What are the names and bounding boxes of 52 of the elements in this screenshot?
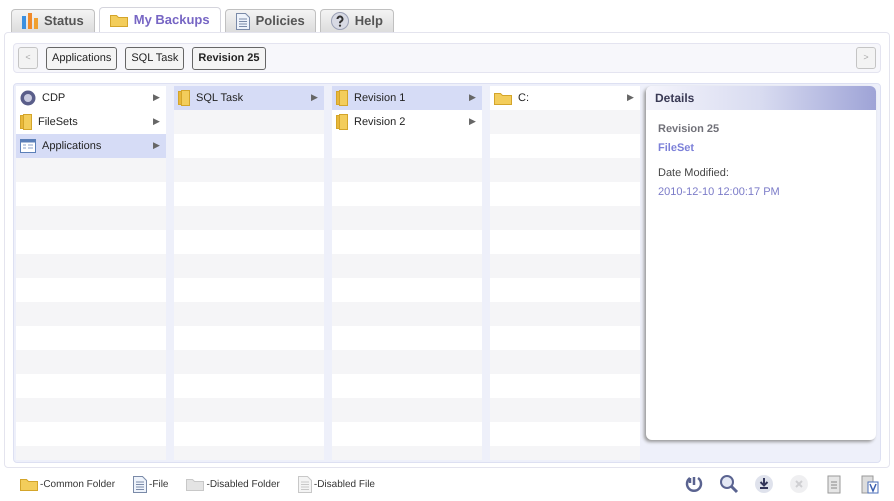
date-label: Date Modified: [658, 166, 730, 181]
help-icon [330, 12, 349, 30]
file-icon [298, 476, 312, 492]
download-icon-button[interactable] [753, 473, 775, 495]
folder-icon [20, 477, 38, 491]
search-icon-button[interactable] [718, 473, 740, 495]
expand-arrow: ▶ [469, 115, 476, 128]
legend-label: -File [149, 478, 168, 492]
tab[interactable]: Policies [224, 9, 316, 32]
breadcrumb-button[interactable]: SQL Task [125, 46, 184, 70]
details-title: Details [646, 86, 876, 110]
expand-arrow: ▶ [469, 91, 476, 104]
item-label: SQL Task [196, 90, 244, 106]
item-label: C: [518, 90, 530, 106]
folder-icon [494, 91, 512, 105]
folder-icon [178, 90, 190, 106]
file-icon [133, 476, 148, 492]
expand-arrow: ▶ [153, 115, 160, 128]
file-icon [236, 12, 250, 30]
expand-arrow: ▶ [627, 91, 634, 104]
item-label: Applications [42, 138, 102, 154]
folder-icon [336, 90, 348, 106]
disc-icon [20, 90, 36, 106]
tree-item[interactable]: SQL Task ▶ [174, 86, 324, 110]
item-label: Revision 1 [354, 90, 406, 106]
tab[interactable]: Help [320, 9, 394, 32]
tree-item[interactable]: FileSets ▶ [16, 110, 166, 134]
expand-arrow: ▶ [153, 139, 160, 152]
breadcrumb-button[interactable]: Applications [46, 46, 118, 70]
legend-label: -Disabled Folder [206, 478, 280, 492]
item-label: Revision 2 [354, 114, 406, 130]
tree-item[interactable]: Revision 2 ▶ [332, 110, 482, 134]
legend-label: -Disabled File [314, 478, 375, 492]
tree-item[interactable]: Revision 1 ▶ [332, 86, 482, 110]
item-type: FileSet [658, 141, 696, 156]
folder-icon [186, 477, 204, 491]
breadcrumb-button[interactable]: Revision 25 [192, 46, 266, 70]
bar-chart-icon [22, 13, 38, 29]
folder-icon [110, 13, 128, 27]
expand-arrow: ▶ [153, 91, 160, 104]
expand-arrow: ▶ [311, 91, 318, 104]
tab[interactable]: My Backups [98, 7, 221, 32]
window-icon [20, 139, 36, 153]
item-name: Revision 25 [658, 122, 720, 137]
tree-item[interactable]: Applications ▶ [16, 134, 166, 158]
item-label: FileSets [38, 114, 79, 130]
legend-label: -Common Folder [40, 478, 116, 492]
item-label: CDP [42, 90, 66, 106]
folder-icon [20, 114, 32, 130]
date-value: 2010-12-10 12:00:17 PM [658, 185, 781, 200]
folder-icon [336, 114, 348, 130]
tab[interactable]: Status [11, 9, 95, 32]
